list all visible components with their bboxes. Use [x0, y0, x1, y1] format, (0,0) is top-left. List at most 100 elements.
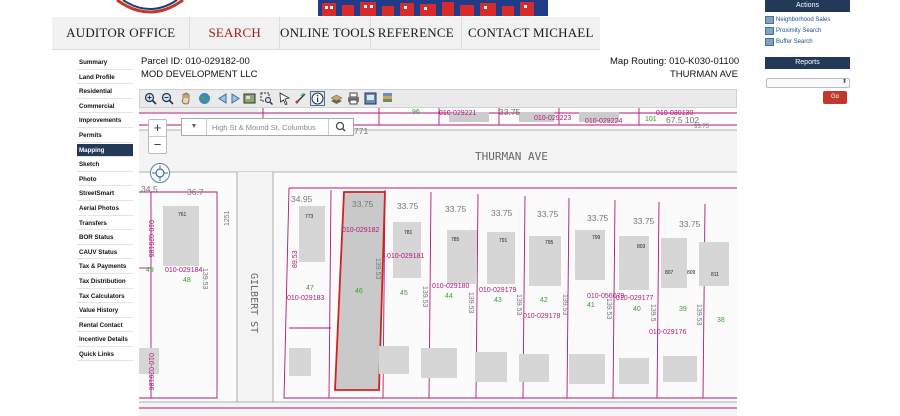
parcel-id-label: 010-029186 [147, 353, 154, 390]
menu-item-incentive-details[interactable]: Incentive Details [77, 333, 133, 347]
lot-number: 41 [587, 302, 595, 309]
zoom-in-button[interactable]: + [149, 120, 166, 137]
house-number: 803 [637, 244, 646, 250]
reports-select[interactable]: ⬍ [766, 78, 850, 88]
menu-item-mapping[interactable]: Mapping [77, 143, 133, 158]
search-source-dropdown[interactable]: ▼ [182, 119, 207, 135]
reports-go-button[interactable]: Go [823, 91, 847, 104]
nav-contact-michael[interactable]: CONTACT MICHAEL [462, 17, 600, 49]
menu-item-streetsmart[interactable]: StreetSmart [77, 187, 133, 201]
menu-item-permits[interactable]: Permits [77, 129, 133, 143]
house-number: 795 [545, 240, 554, 246]
frontage-label: 33.75 [679, 219, 701, 229]
depth-label: 139.53 [201, 268, 208, 290]
pan-hand-icon[interactable] [180, 92, 193, 105]
menu-item-residential[interactable]: Residential [77, 85, 133, 99]
identify-tool-button[interactable] [310, 91, 325, 106]
menu-item-quick-links[interactable]: Quick Links [77, 348, 133, 362]
house-number: 799 [592, 235, 601, 241]
house-number: 773 [305, 214, 314, 220]
parcel-id-label-subject: 010-029182 [342, 227, 379, 234]
map-routing: Map Routing: 010-K030-01100 [610, 56, 740, 67]
parcel-map-canvas: 96 010-029221 33.75 010-029223 010-02922… [139, 108, 737, 416]
top-lot-label: 96 [412, 109, 420, 116]
menu-item-value-history[interactable]: Value History [77, 304, 133, 318]
frontage-label: 36.7 [187, 187, 204, 197]
map-search-button[interactable] [328, 119, 353, 135]
menu-item-bor-status[interactable]: BOR Status [77, 231, 133, 245]
top-parcel-id: 010-029221 [439, 110, 476, 117]
nav-online-tools[interactable]: ONLINE TOOLS [280, 17, 375, 49]
globe-full-extent-icon[interactable] [198, 92, 211, 105]
next-extent-icon[interactable] [229, 92, 242, 105]
menu-item-tax-payments[interactable]: Tax & Payments [77, 260, 133, 274]
auditor-seal-logo [115, 0, 185, 14]
zoom-box-icon[interactable] [260, 92, 273, 105]
menu-item-transfers[interactable]: Transfers [77, 217, 133, 231]
skyline-banner-logo [318, 0, 548, 16]
map-icon [765, 16, 774, 24]
neighborhood-sales-link[interactable]: Neighborhood Sales [765, 16, 830, 24]
zoom-out-tool-icon[interactable] [161, 92, 174, 105]
thurman-ave-label: THURMAN AVE [475, 150, 548, 163]
menu-item-tax-distribution[interactable]: Tax Distribution [77, 275, 133, 289]
crosshair-icon [152, 165, 168, 181]
zoom-out-button[interactable]: − [149, 137, 166, 153]
depth-label: 139.53 [515, 294, 522, 316]
house-number: 809 [687, 270, 696, 276]
select-arrow-icon[interactable] [278, 92, 291, 105]
parcel-id-label: 010-029176 [649, 329, 686, 336]
proximity-search-link[interactable]: Proximity Search [765, 27, 821, 35]
depth-label: 139.53 [421, 286, 428, 308]
menu-item-cauv-status[interactable]: CAUV Status [77, 246, 133, 260]
lot-number: 38 [717, 317, 725, 324]
menu-item-aerial-photos[interactable]: Aerial Photos [77, 202, 133, 216]
frontage-label: 33.75 [491, 208, 513, 218]
menu-item-tax-calculators[interactable]: Tax Calculators [77, 290, 133, 304]
map-search-input[interactable] [208, 121, 334, 133]
layers-icon[interactable] [330, 92, 343, 105]
top-frontage: 33.75 [499, 108, 521, 117]
menu-item-rental-contact[interactable]: Rental Contact [77, 319, 133, 333]
parcel-id-label: 010-029181 [387, 253, 424, 260]
stack-layers-icon[interactable] [381, 92, 394, 105]
house-number: 785 [451, 237, 460, 243]
menu-item-commercial[interactable]: Commercial [77, 100, 133, 114]
nav-auditor-office[interactable]: AUDITOR OFFICE [52, 17, 191, 49]
lot-number: 48 [183, 277, 191, 284]
parcel-id-label: 010-029184 [165, 267, 202, 274]
nav-reference[interactable]: REFERENCE [371, 17, 462, 49]
export-map-icon[interactable] [364, 92, 377, 105]
lot-number: 39 [679, 306, 687, 313]
parcel-id-label: 010-029178 [523, 313, 560, 320]
select-arrows-icon: ⬍ [841, 79, 847, 85]
top-address: 771 [354, 126, 368, 136]
buffer-search-link[interactable]: Buffer Search [765, 38, 813, 46]
print-icon[interactable] [347, 92, 360, 105]
menu-item-summary[interactable]: Summary [77, 56, 133, 70]
top-lot-label: 101 [645, 116, 657, 123]
frontage-label: 33.75 [587, 213, 609, 223]
menu-item-land-profile[interactable]: Land Profile [77, 71, 133, 85]
parcel-id-label: 010-029180 [432, 283, 469, 290]
depth-label: 139.53 [561, 294, 568, 316]
zoom-in-tool-icon[interactable] [144, 92, 157, 105]
parcel-side-menu: Summary Land Profile Residential Commercial… [77, 56, 133, 362]
nav-search[interactable]: SEARCH [190, 17, 280, 49]
frontage-label: 33.75 [352, 199, 374, 209]
aerial-photo-icon[interactable] [243, 92, 256, 105]
map-zoom-control: + − [148, 119, 167, 154]
depth-label: 139.5 [649, 304, 656, 322]
previous-extent-icon[interactable] [216, 92, 229, 105]
map-toolbar [139, 89, 737, 108]
measure-icon[interactable] [294, 92, 307, 105]
menu-item-sketch[interactable]: Sketch [77, 158, 133, 172]
top-parcel-id: 010-029223 [534, 115, 571, 122]
house-number: 781 [404, 230, 413, 236]
locate-me-button[interactable] [150, 163, 170, 183]
menu-item-improvements[interactable]: Improvements [77, 114, 133, 128]
caret-down-icon: ▼ [190, 123, 198, 130]
menu-item-photo[interactable]: Photo [77, 173, 133, 187]
reports-panel-title: Reports [765, 57, 850, 69]
parcel-map[interactable]: 96 010-029221 33.75 010-029223 010-02922… [139, 108, 737, 416]
